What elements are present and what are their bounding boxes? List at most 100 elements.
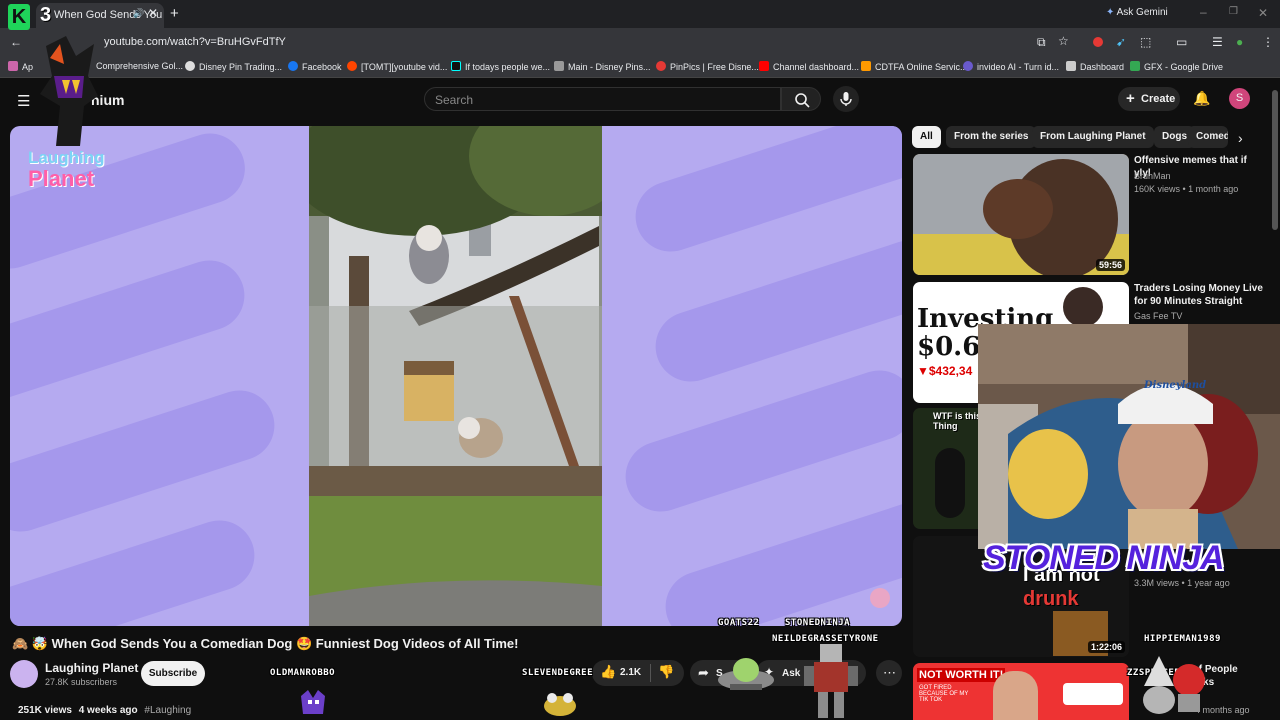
stream-logo: K — [8, 4, 30, 30]
hashtag-link[interactable]: #Laughing — [144, 705, 191, 716]
bookmark-item[interactable]: invideo AI - Turn id... — [963, 61, 1059, 72]
divider — [650, 664, 651, 682]
profile-icon[interactable]: ● — [1236, 35, 1243, 49]
tab-search-icon[interactable]: ▭ — [1176, 35, 1187, 49]
recommendation-thumbnail[interactable]: NOT WORTH IT! GOT FIRED BECAUSE OF MY TI… — [913, 663, 1129, 720]
extension-icon[interactable] — [1093, 37, 1103, 47]
install-icon[interactable]: ⧉ — [1037, 35, 1046, 50]
bookmark-item[interactable]: Comprehensive Gol... — [96, 61, 183, 71]
bookmark-item[interactable]: Facebook — [288, 61, 342, 72]
browser-tab-bar — [0, 0, 1280, 28]
channel-avatar[interactable] — [10, 660, 38, 688]
hamburger-menu-icon[interactable]: ☰ — [17, 92, 30, 110]
bookmark-item[interactable]: PinPics | Free Disne... — [656, 61, 759, 72]
thumbs-up-icon[interactable]: 👍 — [600, 664, 616, 680]
watermark-line2: Planet — [28, 166, 95, 191]
like-count: 2.1K — [620, 667, 642, 678]
video-frame — [309, 126, 602, 626]
thumb-speech-bubble — [1063, 683, 1123, 705]
chevron-right-icon[interactable]: › — [1238, 130, 1243, 146]
webcam-title: STONED NINJA — [983, 539, 1225, 577]
bookmark-item[interactable]: [TOMT][youtube vid... — [347, 61, 447, 72]
ask-label: Ask — [782, 668, 801, 679]
like-dislike-group: 👍 2.1K 👎 — [592, 660, 684, 686]
chip-from-the-series[interactable]: From the series — [946, 126, 1037, 148]
bookmark-item[interactable]: Ap — [8, 61, 33, 72]
bookmark-item[interactable]: Main - Disney Pins... — [554, 61, 651, 72]
bookmark-item[interactable]: CDTFA Online Servic... — [861, 61, 968, 72]
chip-all[interactable]: All — [912, 126, 941, 148]
bookmark-item[interactable]: Disney Pin Trading... — [185, 61, 282, 72]
share-arrow-icon: ➦ — [698, 665, 709, 680]
page-scrollbar[interactable] — [1272, 90, 1278, 230]
channel-name[interactable]: Laughing Planet — [45, 661, 138, 675]
search-input[interactable]: Search — [424, 87, 781, 111]
subscribe-bell-watermark-icon[interactable] — [870, 588, 890, 608]
recommendation-channel[interactable]: BruhMan — [1134, 171, 1171, 181]
chat-name-tag: SLEVENDEGREE — [522, 668, 594, 678]
thumb-figure — [935, 448, 965, 518]
extension-icon[interactable]: ➹ — [1116, 35, 1126, 49]
close-tab-icon[interactable]: ✕ — [148, 6, 158, 20]
video-player[interactable]: Laughing Planet — [10, 126, 902, 626]
voice-search-button[interactable] — [833, 86, 859, 112]
upload-age: 4 weeks ago — [78, 705, 138, 716]
background-wave — [10, 251, 254, 411]
recommendation-title[interactable]: Traders Losing Money Live for 90 Minutes… — [1134, 282, 1264, 308]
recommendation-thumbnail[interactable]: 59:56 — [913, 154, 1129, 275]
ask-gemini-label: Ask Gemini — [1116, 7, 1168, 18]
duration-badge: 59:56 — [1095, 259, 1125, 271]
ask-gemini-button[interactable]: ✦ Ask Gemini — [1106, 7, 1168, 18]
back-icon[interactable]: ← — [10, 35, 22, 49]
more-actions-button[interactable]: ⋯ — [876, 660, 902, 686]
bookmark-item[interactable]: GFX - Google Drive — [1130, 61, 1223, 72]
cdtfa-icon — [861, 61, 871, 71]
pinpics-icon — [656, 61, 666, 71]
new-tab-icon[interactable]: + — [170, 5, 179, 22]
purple-creature-sprite — [301, 690, 325, 714]
frog-sprite — [544, 693, 576, 716]
thumb-person — [1063, 287, 1103, 327]
bookmark-item[interactable]: Dashboard — [1066, 61, 1124, 72]
thumbs-down-icon[interactable]: 👎 — [658, 664, 674, 680]
bookmark-item[interactable]: Channel dashboard... — [759, 61, 859, 72]
facebook-icon — [288, 61, 298, 71]
red-ball-sprite — [1173, 664, 1205, 712]
search-button[interactable] — [781, 87, 821, 111]
chip-comedy[interactable]: Comed — [1188, 126, 1228, 148]
cap-logo-text: Disneyland — [1144, 380, 1207, 391]
watermark-line1: Laughing — [28, 148, 105, 167]
subscribe-button[interactable]: Subscribe — [141, 661, 205, 686]
chrome-menu-icon[interactable]: ⋮ — [1262, 35, 1274, 49]
meme-thumbnail-image — [913, 154, 1129, 275]
minimize-icon[interactable]: – — [1200, 5, 1207, 19]
account-avatar[interactable]: S — [1229, 88, 1250, 109]
chat-name-tag: STONEDNINJA — [785, 618, 851, 628]
background-wave — [626, 126, 902, 261]
webcam-scene — [978, 324, 1280, 549]
tiktok-icon — [451, 61, 461, 71]
audio-icon[interactable]: 🔊 — [133, 8, 144, 19]
search-icon — [795, 93, 810, 108]
create-label: Create — [1141, 93, 1176, 105]
url-field[interactable]: youtube.com/watch?v=BruHGvFdTfY — [86, 33, 1066, 51]
plus-icon: + — [1126, 90, 1135, 107]
thumb-fired-text: GOT FIRED BECAUSE OF MY TIK TOK — [919, 685, 969, 703]
chip-from-laughing-planet[interactable]: From Laughing Planet — [1032, 126, 1154, 148]
thumb-person — [993, 671, 1038, 720]
background-wave — [10, 511, 264, 626]
thumb-price-change: ▼$432,34 — [917, 364, 973, 378]
bookmark-item[interactable]: If todays people we... — [451, 61, 550, 72]
close-window-icon[interactable]: ✕ — [1258, 6, 1268, 20]
maximize-icon[interactable]: ❐ — [1229, 6, 1238, 17]
background-wave — [10, 381, 284, 541]
drive-icon — [1130, 61, 1140, 71]
bookmark-star-icon[interactable]: ☆ — [1058, 34, 1069, 48]
reading-list-icon[interactable]: ☰ — [1212, 35, 1223, 49]
create-button[interactable]: + Create — [1118, 87, 1180, 111]
browser-tab[interactable]: When God Sends You — [36, 3, 164, 28]
recommendation-meta: 160K views • 1 month ago — [1134, 184, 1239, 194]
notifications-bell-icon[interactable]: 🔔 — [1193, 90, 1210, 107]
extensions-puzzle-icon[interactable]: ⬚ — [1140, 35, 1151, 49]
recommendation-channel[interactable]: Gas Fee TV — [1134, 311, 1182, 321]
